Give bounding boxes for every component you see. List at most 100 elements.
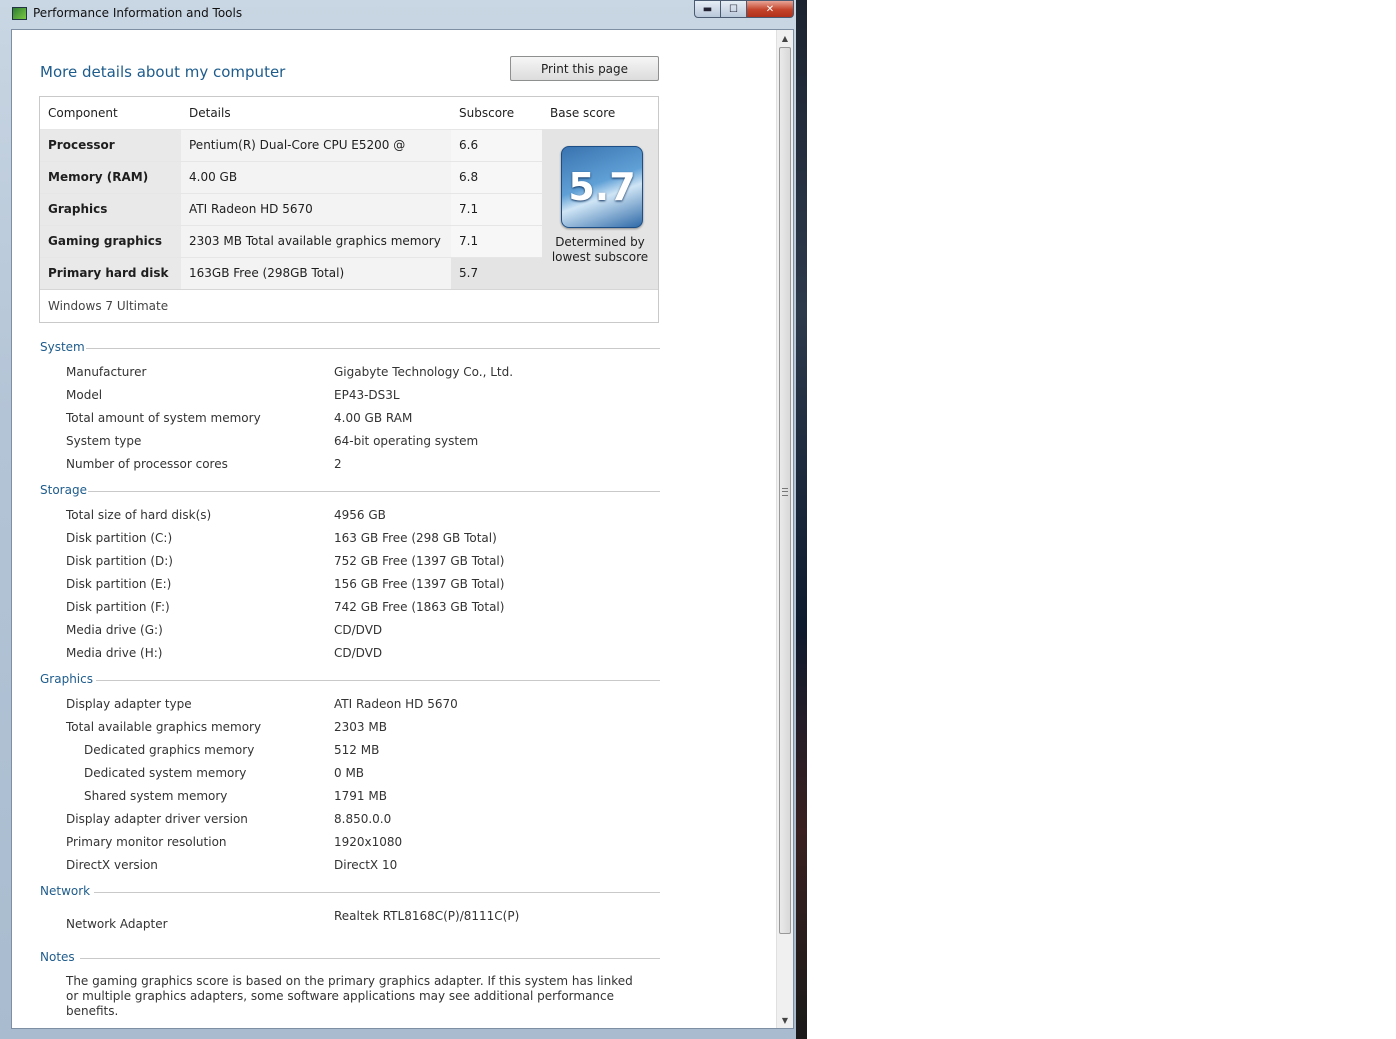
component-label: Processor [40, 130, 181, 161]
section-storage: Storage Total size of hard disk(s) 4956 … [40, 483, 660, 660]
section-title: System [40, 340, 660, 356]
info-label: Number of processor cores [66, 457, 228, 471]
component-label: Gaming graphics [40, 226, 181, 257]
info-value: Gigabyte Technology Co., Ltd. [334, 365, 514, 379]
subscore: 6.6 [451, 130, 542, 161]
title-bar[interactable]: Performance Information and Tools ▬ ☐ ✕ [0, 0, 796, 27]
section-title-text: Storage [40, 483, 87, 497]
component-details: 4.00 GB [181, 162, 451, 193]
info-label: Disk partition (E:) [66, 577, 172, 591]
info-label: Total available graphics memory [66, 720, 262, 734]
close-button[interactable]: ✕ [747, 0, 794, 18]
window-title: Performance Information and Tools [33, 6, 243, 20]
grip-icon [782, 488, 788, 496]
content-area: More details about my computer Print thi… [11, 29, 794, 1029]
component-details: 163GB Free (298GB Total) [181, 258, 451, 289]
os-edition: Windows 7 Ultimate [40, 289, 658, 322]
section-title-text: Graphics [40, 672, 93, 686]
info-value: 1920x1080 [334, 835, 403, 849]
header-subscore: Subscore [459, 106, 515, 120]
vertical-scrollbar[interactable]: ▲ ▼ [776, 30, 793, 1028]
info-value: 0 MB [334, 766, 365, 780]
info-label: Primary monitor resolution [66, 835, 227, 849]
info-label: DirectX version [66, 858, 158, 872]
info-value: 512 MB [334, 743, 380, 757]
info-value: 64-bit operating system [334, 434, 479, 448]
app-icon [12, 7, 27, 20]
base-score-note: Determined by lowest subscore [551, 235, 649, 264]
info-value: 8.850.0.0 [334, 812, 392, 826]
info-value: 156 GB Free (1397 GB Total) [334, 577, 505, 591]
scrollbar-thumb[interactable] [779, 47, 791, 934]
minimize-button[interactable]: ▬ [694, 0, 721, 18]
info-value: 752 GB Free (1397 GB Total) [334, 554, 505, 568]
subscore-lowest: 5.7 [451, 258, 542, 289]
info-value: EP43-DS3L [334, 388, 400, 402]
component-details: ATI Radeon HD 5670 [181, 194, 451, 225]
table-row: Gaming graphics 2303 MB Total available … [40, 225, 542, 257]
section-title-text: Notes [40, 950, 75, 964]
base-score-value: 5.7 [568, 165, 636, 209]
header-component: Component [48, 106, 118, 120]
info-label: System type [66, 434, 142, 448]
info-label: Total size of hard disk(s) [66, 508, 212, 522]
info-label: Model [66, 388, 103, 402]
info-value: 742 GB Free (1863 GB Total) [334, 600, 505, 614]
table-row: Graphics ATI Radeon HD 5670 7.1 [40, 193, 542, 225]
component-label: Graphics [40, 194, 181, 225]
section-title: Storage [40, 483, 660, 499]
base-score-badge: 5.7 [561, 146, 643, 228]
info-value: CD/DVD [334, 646, 383, 660]
info-value: ATI Radeon HD 5670 [334, 697, 458, 711]
maximize-button[interactable]: ☐ [721, 0, 747, 18]
info-value: 4956 GB [334, 508, 386, 522]
info-label: Total amount of system memory [66, 411, 261, 425]
section-title-text: System [40, 340, 85, 354]
section-network: Network Network Adapter Realtek RTL8168C… [40, 884, 660, 931]
component-label: Primary hard disk [40, 258, 181, 289]
divider [96, 680, 660, 681]
info-value: 163 GB Free (298 GB Total) [334, 531, 497, 545]
header-base-score: Base score [550, 106, 616, 120]
info-label: Display adapter type [66, 697, 192, 711]
info-label: Media drive (G:) [66, 623, 163, 637]
info-value: 4.00 GB RAM [334, 411, 413, 425]
window: Performance Information and Tools ▬ ☐ ✕ … [0, 0, 807, 1039]
info-label: Network Adapter [66, 917, 168, 931]
caption-buttons: ▬ ☐ ✕ [694, 0, 794, 19]
section-title-text: Network [40, 884, 91, 898]
divider [88, 491, 660, 492]
score-table: Component Details Subscore Base score Pr… [39, 96, 659, 323]
print-button[interactable]: Print this page [510, 56, 659, 81]
scroll-down-icon[interactable]: ▼ [777, 1012, 793, 1028]
section-system: System Manufacturer Gigabyte Technology … [40, 340, 660, 471]
info-value: DirectX 10 [334, 858, 398, 872]
info-label: Media drive (H:) [66, 646, 163, 660]
page-title: More details about my computer [40, 63, 286, 81]
divider [86, 348, 660, 349]
divider [94, 892, 660, 893]
base-score-panel: 5.7 Determined by lowest subscore [542, 129, 658, 289]
component-details: Pentium(R) Dual-Core CPU E5200 @ 2.50GHz [181, 130, 451, 183]
info-label: Dedicated system memory [84, 766, 247, 780]
table-row: Memory (RAM) 4.00 GB 6.8 [40, 161, 542, 193]
section-title: Graphics [40, 672, 660, 688]
header-details: Details [189, 106, 231, 120]
info-label: Dedicated graphics memory [84, 743, 255, 757]
component-label: Memory (RAM) [40, 162, 181, 193]
scroll-up-icon[interactable]: ▲ [777, 30, 793, 46]
notes-text: The gaming graphics score is based on th… [66, 974, 633, 1018]
info-label: Manufacturer [66, 365, 147, 379]
divider [80, 958, 660, 959]
info-label: Disk partition (D:) [66, 554, 173, 568]
section-notes: Notes The gaming graphics score is based… [40, 950, 660, 1018]
table-row: Primary hard disk 163GB Free (298GB Tota… [40, 257, 542, 289]
section-title: Notes [40, 950, 660, 966]
info-label: Display adapter driver version [66, 812, 248, 826]
component-details: 2303 MB Total available graphics memory [181, 226, 451, 257]
info-value: Realtek RTL8168C(P)/8111C(P) [334, 909, 520, 923]
subscore: 7.1 [451, 194, 542, 225]
info-label: Shared system memory [84, 789, 228, 803]
section-title: Network [40, 884, 660, 900]
subscore: 7.1 [451, 226, 542, 257]
